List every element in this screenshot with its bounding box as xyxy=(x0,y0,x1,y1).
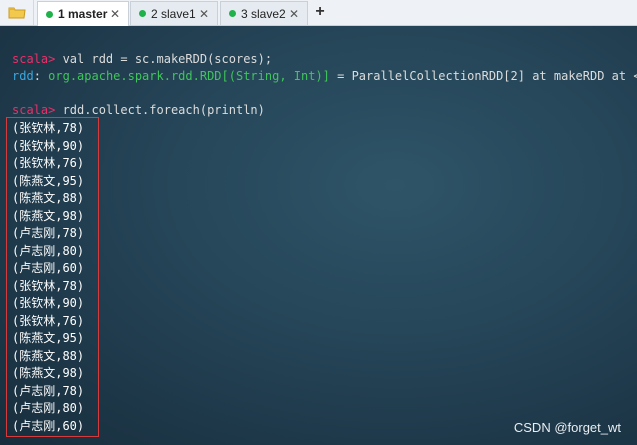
tab-slave1[interactable]: 2 slave1 ✕ xyxy=(130,1,218,25)
command-text: val rdd = sc.makeRDD(scores); xyxy=(55,52,273,66)
output-line: (陈燕文,88) xyxy=(12,191,85,205)
tab-slave2[interactable]: 3 slave2 ✕ xyxy=(220,1,308,25)
output-line: (卢志刚,60) xyxy=(12,261,85,275)
app-window: 1 master ✕ 2 slave1 ✕ 3 slave2 ✕ + scala… xyxy=(0,0,637,445)
status-dot xyxy=(139,10,146,17)
add-tab-button[interactable]: + xyxy=(311,3,329,21)
output-line: (陈燕文,98) xyxy=(12,208,85,223)
output-line: (张钦林,76) xyxy=(12,313,85,328)
tab-bar: 1 master ✕ 2 slave1 ✕ 3 slave2 ✕ + xyxy=(0,0,637,26)
folder-icon xyxy=(8,7,26,19)
output-line: (陈燕文,95) xyxy=(12,331,85,345)
close-icon[interactable]: ✕ xyxy=(288,8,300,20)
terminal-pane[interactable]: scala> val rdd = sc.makeRDD(scores); rdd… xyxy=(0,26,637,445)
terminal-line-command-2: scala> rdd.collect.foreach(println) xyxy=(12,103,265,117)
close-icon[interactable]: ✕ xyxy=(198,8,210,20)
output-line: (卢志刚,78) xyxy=(12,383,85,398)
shell-prompt: scala> xyxy=(12,52,56,66)
result-name: rdd xyxy=(12,69,34,83)
close-icon[interactable]: ✕ xyxy=(109,8,121,20)
result-colon: : xyxy=(33,69,49,83)
terminal-line-result: rdd: org.apache.spark.rdd.RDD[(String, I… xyxy=(12,69,637,83)
result-rest: = ParallelCollectionRDD[2] at makeRDD at… xyxy=(337,69,637,83)
open-folder-button[interactable] xyxy=(0,0,34,25)
tab-label: 1 master xyxy=(58,7,108,21)
result-type: org.apache.spark.rdd.RDD[(String, Int)] xyxy=(48,69,330,83)
output-line: (张钦林,90) xyxy=(12,296,85,310)
tab-label: 2 slave1 xyxy=(151,6,196,21)
output-line: (张钦林,76) xyxy=(12,156,85,170)
output-line: (卢志刚,78) xyxy=(12,226,85,240)
status-dot xyxy=(229,10,236,17)
tab-label: 3 slave2 xyxy=(241,6,286,21)
output-line: (陈燕文,95) xyxy=(12,173,85,188)
command-text: rdd.collect.foreach(println) xyxy=(55,103,265,117)
output-line: (陈燕文,88) xyxy=(12,348,85,363)
output-line: (陈燕文,98) xyxy=(12,366,85,380)
output-line: (张钦林,90) xyxy=(12,138,85,153)
tab-master[interactable]: 1 master ✕ xyxy=(37,1,129,26)
shell-prompt: scala> xyxy=(12,103,56,117)
status-dot xyxy=(46,10,53,18)
output-line: (张钦林,78) xyxy=(12,278,85,293)
plus-icon: + xyxy=(315,3,325,20)
terminal-line-command-1: scala> val rdd = sc.makeRDD(scores); xyxy=(12,52,272,66)
output-line: (卢志刚,60) xyxy=(12,418,85,433)
output-line: (卢志刚,80) xyxy=(12,243,85,258)
output-line: (张钦林,78) xyxy=(12,121,85,135)
output-line: (卢志刚,80) xyxy=(12,401,85,415)
watermark: CSDN @forget_wt xyxy=(513,420,621,435)
